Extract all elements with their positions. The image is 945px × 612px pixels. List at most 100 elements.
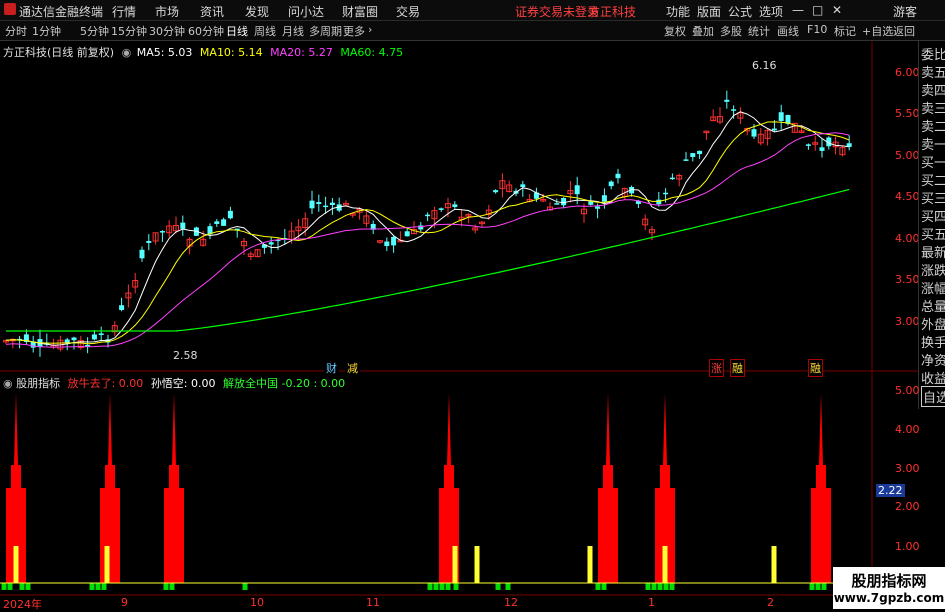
candle-body	[771, 128, 777, 131]
quote-item[interactable]: 收益	[921, 368, 945, 387]
event-marker[interactable]: 融	[808, 359, 823, 377]
quote-item[interactable]: 买三	[921, 188, 945, 207]
quote-item[interactable]: 委比	[921, 44, 945, 63]
login-notice[interactable]: 证券交易未登录	[515, 3, 599, 20]
indicator-green-bar	[95, 583, 101, 590]
quote-item[interactable]: 卖一	[921, 134, 945, 153]
quote-item[interactable]: 涨跌	[921, 260, 945, 279]
indicator-green-bar	[163, 583, 169, 590]
tool-mark[interactable]: 标记	[834, 23, 856, 39]
tool-f10[interactable]: F10	[807, 23, 827, 36]
tool-add-watch[interactable]: +自选	[862, 23, 893, 39]
period-tab-more[interactable]: 更多	[343, 23, 365, 39]
indicator-name[interactable]: 股朋指标	[16, 377, 60, 390]
tool-multi-stock[interactable]: 多股	[720, 23, 742, 39]
quote-item[interactable]: 卖二	[921, 116, 945, 135]
quote-item[interactable]: 买四	[921, 206, 945, 225]
quote-item[interactable]: 买一	[921, 152, 945, 171]
candle-body	[91, 334, 97, 340]
candle-body	[731, 109, 737, 111]
event-marker[interactable]: 融	[730, 359, 745, 377]
chart-canvas[interactable]	[0, 41, 918, 609]
maximize-button[interactable]: □	[812, 3, 823, 17]
indicator-green-bar	[433, 583, 439, 590]
menu-item-ask[interactable]: 问小达	[288, 3, 324, 20]
y-tick: 3.00	[895, 315, 920, 328]
indicator-green-bar	[505, 583, 511, 590]
x-axis-label: 12	[504, 596, 518, 609]
period-tab-daily[interactable]: 日线	[226, 23, 248, 39]
close-button[interactable]: ✕	[832, 3, 842, 17]
quote-item[interactable]: 涨幅	[921, 278, 945, 297]
guest-label[interactable]: 游客	[893, 3, 917, 20]
indicator-yellow-bar	[452, 546, 458, 583]
indicator-green-bar	[663, 583, 669, 590]
y-tick: 3.50	[895, 273, 920, 286]
quote-item[interactable]: 自选	[921, 386, 945, 407]
indicator-yellow-bar	[104, 546, 110, 583]
tool-back[interactable]: 返回	[893, 23, 915, 39]
quote-item[interactable]: 净资	[921, 350, 945, 369]
menu-item-layout[interactable]: 版面	[697, 3, 721, 20]
settings-icon[interactable]: ◉	[3, 377, 13, 390]
candle-body	[669, 177, 675, 180]
candle-body	[268, 242, 274, 245]
more-chevron-icon: ›	[368, 23, 373, 36]
candle-body	[554, 203, 560, 205]
menu-item-function[interactable]: 功能	[666, 3, 690, 20]
moving-average-line	[5, 111, 850, 346]
menu-item-markets[interactable]: 市场	[155, 3, 179, 20]
candle-body	[139, 249, 145, 259]
menu-item-news[interactable]: 资讯	[200, 3, 224, 20]
period-tab-weekly[interactable]: 周线	[254, 23, 276, 39]
quote-item[interactable]: 外盘	[921, 314, 945, 333]
menu-item-discover[interactable]: 发现	[245, 3, 269, 20]
indicator-green-bar	[427, 583, 433, 590]
candle-body	[615, 173, 621, 179]
menu-item-options[interactable]: 选项	[759, 3, 783, 20]
stock-name-top: 方正科技	[588, 5, 637, 19]
tool-rights[interactable]: 复权	[664, 23, 686, 39]
quote-item[interactable]: 买五	[921, 224, 945, 243]
menu-item-wealth[interactable]: 财富圈	[342, 3, 378, 20]
event-marker[interactable]: 减	[345, 359, 360, 377]
tool-overlay[interactable]: 叠加	[692, 23, 714, 39]
quote-item[interactable]: 卖五	[921, 62, 945, 81]
candle-body	[601, 195, 607, 202]
menu-item-formula[interactable]: 公式	[728, 3, 752, 20]
quote-item[interactable]: 买二	[921, 170, 945, 189]
watermark: 股朋指标网 www.7gpzb.com	[833, 567, 945, 609]
candle-body	[221, 219, 227, 226]
period-tab-15min[interactable]: 15分钟	[111, 23, 147, 39]
candle-body	[64, 339, 70, 343]
quote-item[interactable]: 卖四	[921, 80, 945, 99]
candle-body	[751, 129, 757, 137]
period-tab-5min[interactable]: 5分钟	[80, 23, 109, 39]
quote-item[interactable]: 最新	[921, 242, 945, 261]
menu-item-trade[interactable]: 交易	[396, 3, 420, 20]
x-axis-label: 10	[250, 596, 264, 609]
quote-item[interactable]: 总量	[921, 296, 945, 315]
indicator-green-bar	[495, 583, 501, 590]
indicator-y-tick: 2.00	[895, 500, 920, 513]
low-price-label: 2.58	[173, 349, 198, 362]
indicator-spike	[100, 393, 120, 583]
settings-icon[interactable]: ◉	[122, 46, 132, 59]
quote-item[interactable]: 卖三	[921, 98, 945, 117]
period-tab-1min[interactable]: 1分钟	[32, 23, 61, 39]
tool-stats[interactable]: 统计	[748, 23, 770, 39]
period-tab-multi[interactable]: 多周期	[309, 23, 342, 39]
period-tab-60min[interactable]: 60分钟	[188, 23, 224, 39]
indicator-green-bar	[439, 583, 445, 590]
quote-item[interactable]: 换手	[921, 332, 945, 351]
minimize-button[interactable]: —	[792, 3, 804, 17]
period-tab-timeshare[interactable]: 分时	[5, 23, 27, 39]
event-marker[interactable]: 涨	[709, 359, 724, 377]
candle-body	[323, 205, 329, 208]
indicator-spike	[811, 393, 831, 583]
candle-body	[438, 208, 444, 210]
period-tab-monthly[interactable]: 月线	[282, 23, 304, 39]
menu-item-market[interactable]: 行情	[112, 3, 136, 20]
tool-draw[interactable]: 画线	[777, 23, 799, 39]
period-tab-30min[interactable]: 30分钟	[149, 23, 185, 39]
